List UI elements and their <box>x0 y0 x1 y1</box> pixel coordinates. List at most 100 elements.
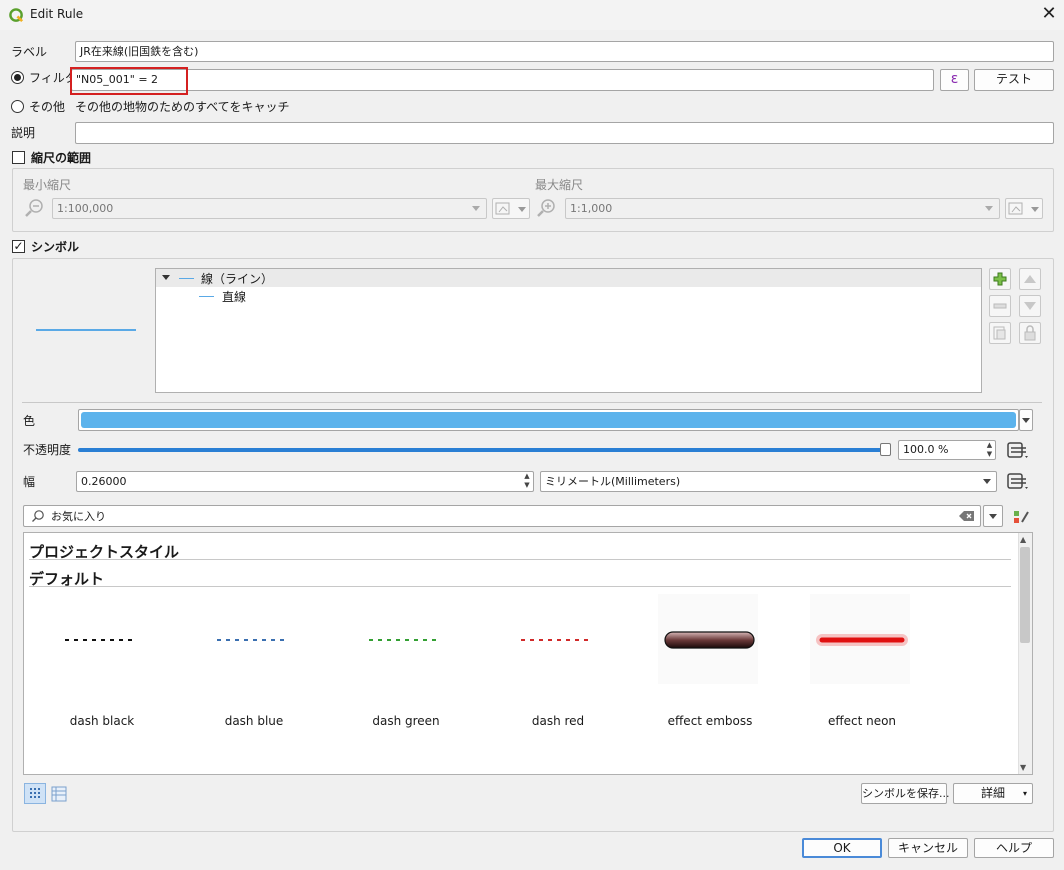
label-input[interactable]: JR在来線(旧国鉄を含む) <box>75 41 1054 62</box>
tree-child-label[interactable]: 直線 <box>222 289 246 305</box>
line-preview-icon <box>199 296 214 297</box>
opacity-spinbox[interactable]: 100.0 % <box>898 440 996 460</box>
symbol-name: dash black <box>69 714 135 728</box>
tree-row-root[interactable] <box>156 269 981 287</box>
symbol-item[interactable] <box>658 594 758 684</box>
unit-value: ミリメートル(Millimeters) <box>545 475 681 488</box>
duplicate-icon <box>993 326 1006 340</box>
search-text: お気に入り <box>51 510 106 523</box>
symbol-checkbox[interactable]: ✓ <box>12 240 25 253</box>
symbol-title: シンボル <box>31 240 80 254</box>
qgis-logo-icon <box>9 8 24 23</box>
cancel-button[interactable]: キャンセル <box>888 838 968 858</box>
unit-combo[interactable]: ミリメートル(Millimeters) <box>540 471 997 492</box>
close-button[interactable]: ✕ <box>1036 2 1062 28</box>
window-title: Edit Rule <box>30 7 84 21</box>
effect-emboss-preview <box>664 631 755 649</box>
list-view-icon[interactable] <box>51 786 67 802</box>
filter-input[interactable]: "N05_001" = 2 <box>71 69 934 91</box>
min-scale-dropdown-icon <box>472 206 480 211</box>
map-canvas-icon <box>495 202 510 215</box>
min-scale-combo: 1:100,000 <box>52 198 487 219</box>
symbol-name: effect emboss <box>667 714 753 728</box>
symbol-name: dash red <box>531 714 585 728</box>
width-value: 0.26000 <box>81 475 127 488</box>
max-scale-combo: 1:1,000 <box>565 198 1000 219</box>
symbol-name: dash blue <box>224 714 284 728</box>
scrollbar-thumb[interactable] <box>1020 547 1030 643</box>
dash-red-preview <box>521 639 591 641</box>
scale-range-checkbox[interactable] <box>12 151 25 164</box>
test-button[interactable]: テスト <box>974 69 1054 91</box>
advanced-button[interactable]: 詳細 ▾ <box>953 783 1033 804</box>
clear-icon[interactable] <box>959 510 975 522</box>
description-input[interactable] <box>75 122 1054 144</box>
dash-black-preview <box>65 639 135 641</box>
map-canvas-icon <box>1008 202 1023 215</box>
else-description: その他の地物のためのすべてをキャッチ <box>75 100 290 114</box>
symbol-preview <box>36 329 136 331</box>
symbol-item[interactable] <box>486 594 626 734</box>
chevron-down-icon <box>989 514 997 519</box>
color-menu-button[interactable] <box>1019 409 1033 431</box>
description-caption: 説明 <box>11 126 36 140</box>
symbol-search-input[interactable] <box>23 505 981 527</box>
scroll-up-icon[interactable]: ▲ <box>1020 535 1026 544</box>
search-icon <box>32 510 44 522</box>
opacity-slider-handle[interactable] <box>880 443 891 456</box>
style-manager-icon[interactable] <box>1011 507 1031 527</box>
add-layer-button[interactable] <box>989 268 1011 290</box>
chevron-down-icon <box>1022 418 1030 423</box>
min-scale-menu-icon <box>518 207 526 212</box>
color-caption: 色 <box>23 414 36 428</box>
max-scale-caption: 最大縮尺 <box>535 178 584 192</box>
data-defined-override-icon[interactable] <box>1006 471 1030 491</box>
max-scale-value: 1:1,000 <box>570 202 613 215</box>
effect-neon-preview <box>816 634 908 646</box>
symbol-item[interactable] <box>182 594 322 734</box>
title-bar <box>0 0 1064 30</box>
advanced-label: 詳細 <box>980 786 1005 800</box>
opacity-spin-arrows[interactable]: ▲ ▼ <box>984 441 995 459</box>
width-spin-arrows[interactable]: ▲ ▼ <box>521 472 533 491</box>
grid-view-icon <box>30 788 40 798</box>
else-caption: その他 <box>29 100 66 114</box>
symbol-item[interactable] <box>810 594 910 684</box>
arrow-down-icon <box>1024 302 1036 310</box>
expression-button[interactable]: ε <box>940 69 969 91</box>
save-symbol-button[interactable]: シンボルを保存... <box>861 783 950 804</box>
divider <box>29 586 1011 587</box>
move-up-button[interactable] <box>1019 268 1041 290</box>
opacity-slider-track[interactable] <box>78 448 888 452</box>
dash-green-preview <box>369 639 439 641</box>
remove-layer-button[interactable] <box>989 295 1011 317</box>
duplicate-layer-button[interactable] <box>989 322 1011 344</box>
help-button[interactable]: ヘルプ <box>974 838 1054 858</box>
opacity-value: 100.0 % <box>903 443 949 456</box>
collapse-arrow-icon[interactable] <box>162 275 170 280</box>
filter-radio[interactable] <box>11 71 24 84</box>
scroll-down-icon[interactable]: ▼ <box>1020 763 1026 772</box>
width-caption: 幅 <box>23 475 36 489</box>
min-scale-caption: 最小縮尺 <box>23 178 72 192</box>
move-down-button[interactable] <box>1019 295 1041 317</box>
scale-range-title: 縮尺の範囲 <box>31 151 92 165</box>
icon-view-button[interactable] <box>24 783 46 804</box>
symbol-item[interactable] <box>334 594 474 734</box>
symbol-item[interactable] <box>30 594 170 734</box>
tag-filter-button[interactable] <box>983 505 1003 527</box>
width-spinbox[interactable]: 0.26000 <box>76 471 534 492</box>
plus-icon <box>993 272 1007 286</box>
data-defined-override-icon[interactable] <box>1006 440 1030 460</box>
line-preview-icon <box>179 278 194 279</box>
max-scale-menu-icon <box>1031 207 1039 212</box>
dash-blue-preview <box>217 639 287 641</box>
ok-button[interactable]: OK <box>802 838 882 858</box>
color-button[interactable] <box>78 409 1019 431</box>
lock-layer-button[interactable] <box>1019 322 1041 344</box>
else-radio[interactable] <box>11 100 24 113</box>
opacity-caption: 不透明度 <box>23 443 72 457</box>
divider <box>29 559 1011 560</box>
zoom-in-icon <box>537 199 555 217</box>
chevron-down-icon: ▾ <box>1022 789 1027 798</box>
